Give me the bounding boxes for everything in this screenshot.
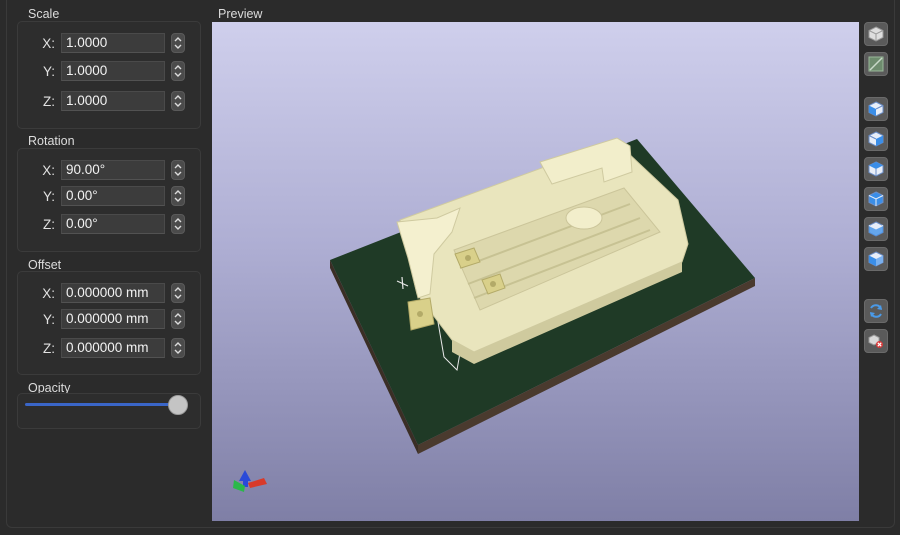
axis-gizmo-icon bbox=[233, 470, 267, 492]
view-iso-icon bbox=[868, 101, 884, 117]
offset-y-row: Y: 0.000000 mm bbox=[33, 308, 185, 330]
rotation-z-label: Z: bbox=[43, 216, 55, 232]
rotation-z-row: Z: 0.00° bbox=[33, 213, 185, 235]
offset-z-row: Z: 0.000000 mm bbox=[33, 337, 185, 359]
scale-y-label: Y: bbox=[42, 63, 55, 79]
raytrace-button[interactable] bbox=[864, 52, 888, 76]
stepper-arrows-icon bbox=[174, 37, 182, 49]
reset-view-icon bbox=[868, 334, 883, 348]
stepper-arrows-icon bbox=[174, 65, 182, 77]
scale-x-stepper[interactable] bbox=[171, 33, 185, 53]
reset-view-button[interactable] bbox=[864, 329, 888, 353]
contact-hole bbox=[465, 255, 471, 261]
contact-hole bbox=[417, 311, 423, 317]
view-left-icon bbox=[868, 131, 884, 147]
view-front-icon bbox=[868, 191, 884, 207]
rotation-y-input[interactable]: 0.00° bbox=[61, 186, 165, 206]
offset-x-input[interactable]: 0.000000 mm bbox=[61, 283, 165, 303]
view-iso-button[interactable] bbox=[864, 97, 888, 121]
rotation-z-stepper[interactable] bbox=[171, 214, 185, 234]
rotation-x-label: X: bbox=[42, 162, 55, 178]
view-right-icon bbox=[868, 161, 884, 177]
rotation-y-row: Y: 0.00° bbox=[33, 185, 185, 207]
scale-x-row: X: 1.0000 bbox=[33, 32, 185, 54]
stepper-arrows-icon bbox=[174, 287, 182, 299]
view-top-button[interactable] bbox=[864, 247, 888, 271]
scale-y-row: Y: 1.0000 bbox=[33, 60, 185, 82]
offset-x-row: X: 0.000000 mm bbox=[33, 282, 185, 304]
3d-model-render bbox=[233, 137, 755, 492]
battery-holder-boss bbox=[565, 206, 603, 230]
offset-y-input[interactable]: 0.000000 mm bbox=[61, 309, 165, 329]
view-left-button[interactable] bbox=[864, 127, 888, 151]
opacity-slider-handle[interactable] bbox=[168, 395, 188, 415]
view-top-icon bbox=[868, 251, 884, 267]
offset-z-input[interactable]: 0.000000 mm bbox=[61, 338, 165, 358]
offset-z-stepper[interactable] bbox=[171, 338, 185, 358]
render-button[interactable] bbox=[864, 22, 888, 46]
scale-z-row: Z: 1.0000 bbox=[33, 90, 185, 112]
stepper-arrows-icon bbox=[174, 313, 182, 325]
render-icon bbox=[868, 26, 884, 42]
scale-z-label: Z: bbox=[43, 93, 55, 109]
raytrace-icon bbox=[868, 56, 884, 72]
stepper-arrows-icon bbox=[174, 164, 182, 176]
rotation-y-stepper[interactable] bbox=[171, 186, 185, 206]
scale-group: X: 1.0000 Y: 1.0000 Z: 1.0000 bbox=[17, 21, 201, 129]
stepper-arrows-icon bbox=[174, 218, 182, 230]
scale-z-input[interactable]: 1.0000 bbox=[61, 91, 165, 111]
rotation-z-input[interactable]: 0.00° bbox=[61, 214, 165, 234]
scale-x-label: X: bbox=[42, 35, 55, 51]
offset-group-title: Offset bbox=[28, 258, 62, 272]
offset-y-stepper[interactable] bbox=[171, 309, 185, 329]
offset-group: X: 0.000000 mm Y: 0.000000 mm Z: 0.00000… bbox=[17, 271, 201, 375]
scale-z-stepper[interactable] bbox=[171, 91, 185, 111]
scale-group-title: Scale bbox=[28, 7, 60, 21]
rotation-x-row: X: 90.00° bbox=[33, 159, 185, 181]
stepper-arrows-icon bbox=[174, 342, 182, 354]
stepper-arrows-icon bbox=[174, 95, 182, 107]
view-back-button[interactable] bbox=[864, 217, 888, 241]
rotation-y-label: Y: bbox=[42, 188, 55, 204]
rotation-x-stepper[interactable] bbox=[171, 160, 185, 180]
scale-x-input[interactable]: 1.0000 bbox=[61, 33, 165, 53]
rotation-x-input[interactable]: 90.00° bbox=[61, 160, 165, 180]
offset-y-label: Y: bbox=[42, 311, 55, 327]
offset-z-label: Z: bbox=[43, 340, 55, 356]
reload-icon bbox=[870, 304, 882, 318]
rotation-group: X: 90.00° Y: 0.00° Z: 0.00° bbox=[17, 148, 201, 252]
offset-x-stepper[interactable] bbox=[171, 283, 185, 303]
3d-preview-canvas[interactable] bbox=[212, 22, 859, 521]
preview-title: Preview bbox=[218, 7, 263, 21]
reload-button[interactable] bbox=[864, 299, 888, 323]
view-right-button[interactable] bbox=[864, 157, 888, 181]
offset-x-label: X: bbox=[42, 285, 55, 301]
contact-hole bbox=[490, 281, 496, 287]
scale-y-input[interactable]: 1.0000 bbox=[61, 61, 165, 81]
opacity-slider-track[interactable] bbox=[25, 403, 180, 406]
stepper-arrows-icon bbox=[174, 190, 182, 202]
view-front-button[interactable] bbox=[864, 187, 888, 211]
rotation-group-title: Rotation bbox=[28, 134, 75, 148]
scale-y-stepper[interactable] bbox=[171, 61, 185, 81]
view-back-icon bbox=[868, 221, 884, 237]
